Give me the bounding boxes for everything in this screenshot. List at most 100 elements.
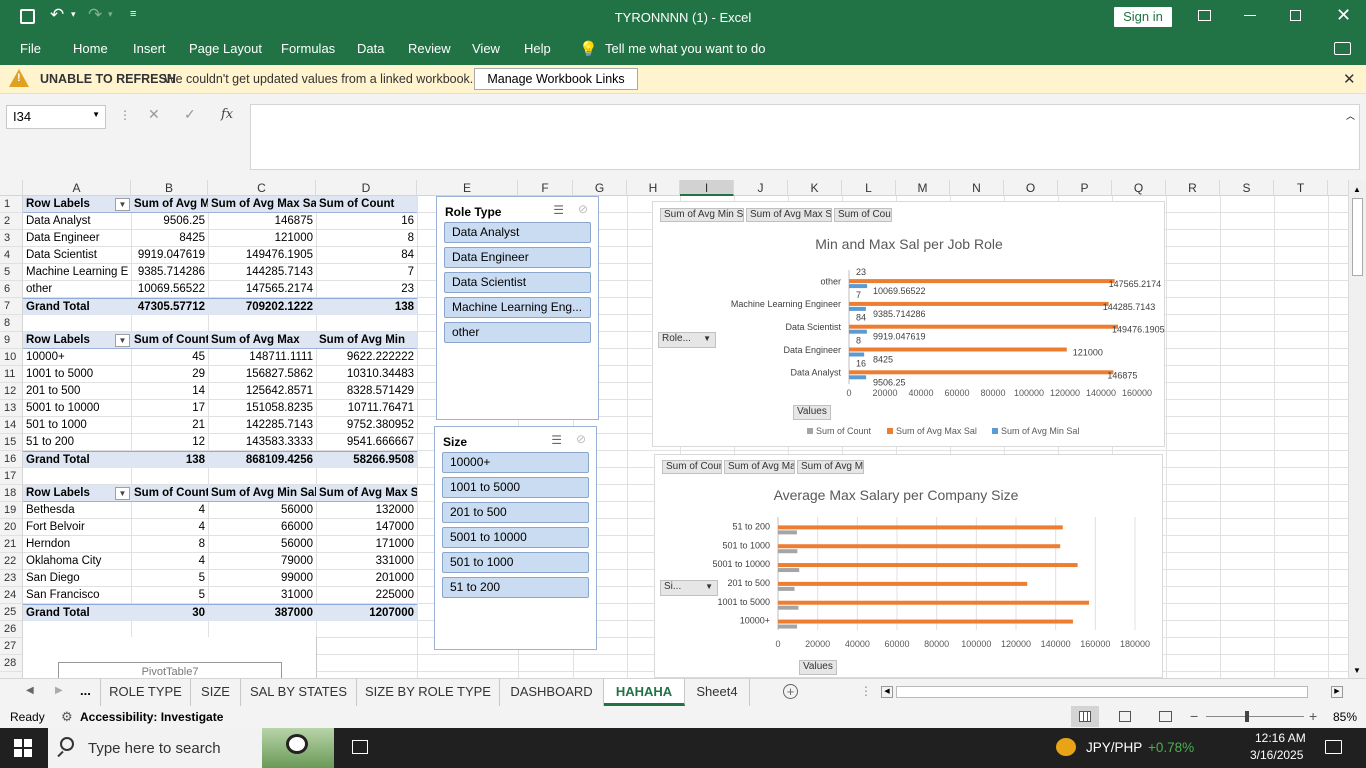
hscroll-left-icon[interactable]: ◀: [881, 686, 893, 698]
column-header-b[interactable]: B: [131, 180, 208, 196]
pivot-cell[interactable]: 79000: [208, 553, 316, 570]
column-header-k[interactable]: K: [788, 180, 842, 196]
bar[interactable]: [849, 301, 1109, 306]
pivot-cell[interactable]: 5001 to 10000: [23, 400, 131, 417]
slicer-item[interactable]: Data Scientist: [444, 272, 591, 293]
pivot-cell[interactable]: 10711.76471: [316, 400, 417, 417]
slicer-size[interactable]: Size ☰ ⊘ 10000+ 1001 to 5000 201 to 500 5001 t…: [434, 426, 597, 650]
pivot-cell[interactable]: 12: [131, 434, 208, 451]
pivot-header-cell[interactable]: Sum of Count: [131, 332, 208, 349]
column-header-i[interactable]: I: [680, 180, 734, 196]
column-header-e[interactable]: E: [417, 180, 518, 196]
tab-scroll-left-icon[interactable]: ◀: [26, 685, 34, 696]
pivot-cell[interactable]: 10069.56522: [131, 281, 208, 298]
bar[interactable]: [778, 568, 800, 573]
zoom-out-icon[interactable]: −: [1190, 708, 1198, 724]
row-header[interactable]: 8: [0, 315, 22, 332]
tab-sal-by-states[interactable]: SAL BY STATES: [241, 679, 357, 706]
pivot-cell[interactable]: 4: [131, 502, 208, 519]
row-header[interactable]: 16: [0, 451, 22, 468]
sign-in-button[interactable]: Sign in: [1114, 7, 1172, 27]
row-header[interactable]: 2: [0, 213, 22, 230]
pivot-header-cell[interactable]: Sum of Avg Max: [208, 332, 316, 349]
pivot-header-cell[interactable]: Sum of Avg Mi: [131, 196, 208, 213]
pivot-cell[interactable]: 9541.666667: [316, 434, 417, 451]
notification-icon[interactable]: [1325, 740, 1342, 754]
pivot-cell[interactable]: Bethesda: [23, 502, 131, 519]
pivot-cell[interactable]: 9506.25: [131, 213, 208, 230]
tab-role-type[interactable]: ROLE TYPE: [100, 679, 191, 706]
bar[interactable]: [778, 624, 798, 629]
pivot-cell[interactable]: 45: [131, 349, 208, 366]
chart-values-button[interactable]: Values: [799, 660, 837, 675]
bar[interactable]: [778, 563, 1078, 568]
tab-size-by-role-type[interactable]: SIZE BY ROLE TYPE: [357, 679, 500, 706]
menu-data[interactable]: Data: [357, 41, 384, 56]
pivot-cell[interactable]: 142285.7143: [208, 417, 316, 434]
row-header[interactable]: 22: [0, 553, 22, 570]
bar[interactable]: [778, 619, 1073, 624]
pivot-cell[interactable]: 147000: [316, 519, 417, 536]
horizontal-scrollbar[interactable]: [896, 686, 1308, 698]
scroll-down-icon[interactable]: ▼: [1353, 666, 1361, 675]
slicer-item[interactable]: 201 to 500: [442, 502, 589, 523]
pivot-cell[interactable]: 156827.5862: [208, 366, 316, 383]
clock-time[interactable]: 12:16 AM: [1255, 731, 1306, 745]
row-header[interactable]: 18: [0, 485, 22, 502]
column-header-g[interactable]: G: [573, 180, 627, 196]
row-header[interactable]: 25: [0, 604, 22, 621]
bar[interactable]: [849, 352, 865, 357]
scroll-thumb[interactable]: [1352, 198, 1363, 276]
accessibility-icon[interactable]: ⚙: [61, 709, 73, 725]
clear-filter-icon[interactable]: ⊘: [576, 432, 586, 446]
menu-insert[interactable]: Insert: [133, 41, 166, 56]
pivot-cell[interactable]: 66000: [208, 519, 316, 536]
formula-bar-input[interactable]: ︿: [250, 104, 1360, 170]
pivot-cell[interactable]: 10310.34483: [316, 366, 417, 383]
row-header[interactable]: 17: [0, 468, 22, 485]
pivot-cell[interactable]: 4: [131, 519, 208, 536]
tab-sheet4[interactable]: Sheet4: [685, 679, 750, 706]
pivot-cell[interactable]: 331000: [316, 553, 417, 570]
row-header[interactable]: 23: [0, 570, 22, 587]
bar[interactable]: [849, 324, 1119, 329]
grand-total-cell[interactable]: Grand Total: [23, 298, 131, 315]
pivot-cell[interactable]: 8: [316, 230, 417, 247]
pivot-cell[interactable]: 4: [131, 553, 208, 570]
pivot-cell[interactable]: 201000: [316, 570, 417, 587]
slicer-item[interactable]: 5001 to 10000: [442, 527, 589, 548]
slicer-item[interactable]: Data Analyst: [444, 222, 591, 243]
pivot-cell[interactable]: 146875: [208, 213, 316, 230]
pivot-cell[interactable]: other: [23, 281, 131, 298]
grand-total-cell[interactable]: 138: [131, 451, 208, 468]
accessibility-status[interactable]: Accessibility: Investigate: [80, 710, 223, 724]
column-header-a[interactable]: A: [23, 180, 131, 196]
row-header[interactable]: 24: [0, 587, 22, 604]
chart-field-button[interactable]: Sum of Count: [834, 208, 892, 222]
pivot-cell[interactable]: Oklahoma City: [23, 553, 131, 570]
menu-page-layout[interactable]: Page Layout: [189, 41, 262, 56]
pivot-cell[interactable]: 56000: [208, 536, 316, 553]
row-header[interactable]: 12: [0, 383, 22, 400]
row-header[interactable]: 6: [0, 281, 22, 298]
pivot-chart-1[interactable]: Sum of Avg Min Sal Sum of Avg Max Sal Sum …: [652, 201, 1165, 447]
bar[interactable]: [778, 581, 1028, 586]
pivot-cell[interactable]: Data Analyst: [23, 213, 131, 230]
chart-field-button[interactable]: Sum of Avg Min Sal: [660, 208, 744, 222]
menu-help[interactable]: Help: [524, 41, 551, 56]
slicer-item[interactable]: other: [444, 322, 591, 343]
pivot-cell[interactable]: San Diego: [23, 570, 131, 587]
chart-axis-button[interactable]: Si... ▼: [660, 580, 718, 596]
zoom-thumb[interactable]: [1245, 711, 1249, 722]
column-header-r[interactable]: R: [1166, 180, 1220, 196]
worksheet-grid[interactable]: Row Labels Sum of Avg Mi Sum of Avg Max Sa…: [23, 196, 1348, 678]
bar[interactable]: [849, 279, 1115, 284]
clock-date[interactable]: 3/16/2025: [1250, 748, 1303, 762]
grand-total-cell[interactable]: 1207000: [316, 604, 417, 621]
column-header-n[interactable]: N: [950, 180, 1004, 196]
row-header[interactable]: 4: [0, 247, 22, 264]
pivot-cell[interactable]: 149476.1905: [208, 247, 316, 264]
pivot-cell[interactable]: 56000: [208, 502, 316, 519]
row-header[interactable]: 7: [0, 298, 22, 315]
pivot-cell[interactable]: Data Scientist: [23, 247, 131, 264]
